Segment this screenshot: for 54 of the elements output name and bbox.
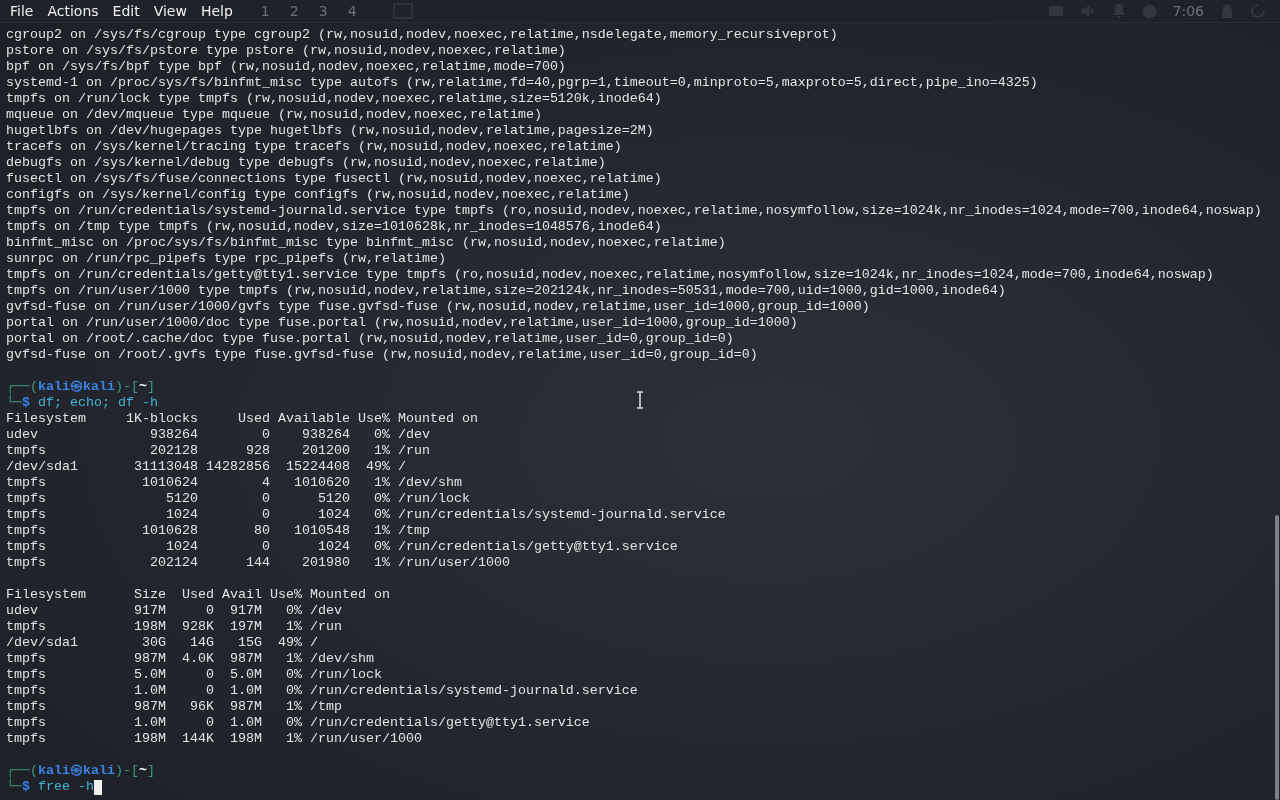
output-line: tmpfs 987M 4.0K 987M 1% /dev/shm (6, 651, 375, 667)
command-line: └─$ free -h (6, 779, 94, 795)
output-line: tmpfs on /run/credentials/getty@tty1.service type tmpfs (ro,nosuid,nodev,noexec,relatime,nosymfollow,size=1024k,nr_inodes=1024,mode=700,inode64,noswap) (6, 267, 1215, 283)
output-line: tmpfs 1010628 80 1010548 1% /tmp (6, 523, 431, 539)
output-line: debugfs on /sys/kernel/debug type debugfs (rw,nosuid,nodev,noexec,relatime) (6, 155, 607, 171)
output-line: tmpfs 5120 0 5120 0% /run/lock (6, 491, 471, 507)
output-line: binfmt_misc on /proc/sys/fs/binfmt_misc type binfmt_misc (rw,nosuid,nodev,noexec,relatime) (6, 235, 727, 251)
output-line: /dev/sda1 31113048 14282856 15224408 49% / (6, 459, 407, 475)
output-line: pstore on /sys/fs/pstore type pstore (rw,nosuid,nodev,noexec,relatime) (6, 43, 567, 59)
output-line: sunrpc on /run/rpc_pipefs type rpc_pipefs (rw,relatime) (6, 251, 447, 267)
output-line: tmpfs 202124 144 201980 1% /run/user/1000 (6, 555, 511, 571)
prompt-line: ┌──(kali㉿kali)-[~] (6, 763, 156, 779)
output-line: udev 917M 0 917M 0% /dev (6, 603, 343, 619)
output-line: mqueue on /dev/mqueue type mqueue (rw,nosuid,nodev,noexec,relatime) (6, 107, 543, 123)
output-line: configfs on /sys/kernel/config type configfs (rw,nosuid,nodev,noexec,relatime) (6, 187, 631, 203)
output-line: tmpfs 198M 928K 197M 1% /run (6, 619, 343, 635)
output-line: tmpfs 1024 0 1024 0% /run/credentials/getty@tty1.service (6, 539, 679, 555)
prompt-line: ┌──(kali㉿kali)-[~] (6, 379, 156, 395)
output-line: tmpfs 1024 0 1024 0% /run/credentials/systemd-journald.service (6, 507, 727, 523)
output-line: bpf on /sys/fs/bpf type bpf (rw,nosuid,nodev,noexec,relatime,mode=700) (6, 59, 567, 75)
output-line: udev 938264 0 938264 0% /dev (6, 427, 431, 443)
menu-item[interactable]: File (10, 1, 34, 21)
output-line: Filesystem 1K-blocks Used Available Use% Mounted on (6, 411, 479, 427)
output-line: tmpfs on /run/user/1000 type tmpfs (rw,nosuid,nodev,relatime,size=202124k,nr_inodes=50531,mode=700,uid=1000,gid=1000,inode64) (6, 283, 1007, 299)
output-line: tmpfs 1010624 4 1010620 1% /dev/shm (6, 475, 463, 491)
menu-item[interactable]: Edit (112, 1, 140, 21)
output-line: tmpfs 987M 96K 987M 1% /tmp (6, 699, 343, 715)
output-line: tmpfs 202128 928 201200 1% /run (6, 443, 431, 459)
menu-item[interactable]: View (153, 1, 187, 21)
mouse-pointer-icon (636, 391, 644, 409)
menu-item[interactable]: Actions (47, 1, 99, 21)
output-line: systemd-1 on /proc/sys/fs/binfmt_misc type autofs (rw,relatime,fd=40,pgrp=1,timeout=0,minproto=5,maxproto=5,direct,pipe_ino=4325) (6, 75, 1039, 91)
output-line: tmpfs on /run/lock type tmpfs (rw,nosuid,nodev,noexec,relatime,size=5120k,inode64) (6, 91, 663, 107)
menu-item[interactable]: Help (200, 1, 233, 21)
output-line: portal on /root/.cache/doc type fuse.portal (rw,nosuid,nodev,relatime,user_id=0,group_id=0) (6, 331, 735, 347)
output-line: tracefs on /sys/kernel/tracing type tracefs (rw,nosuid,nodev,noexec,relatime) (6, 139, 623, 155)
command-line: └─$ df; echo; df -h (6, 395, 158, 411)
output-line: fusectl on /sys/fs/fuse/connections type fusectl (rw,nosuid,nodev,noexec,relatime) (6, 171, 663, 187)
output-line: tmpfs 1.0M 0 1.0M 0% /run/credentials/getty@tty1.service (6, 715, 591, 731)
output-line: tmpfs 5.0M 0 5.0M 0% /run/lock (6, 667, 383, 683)
output-line: cgroup2 on /sys/fs/cgroup type cgroup2 (rw,nosuid,nodev,noexec,relatime,nsdelegate,memory_recursiveprot) (6, 27, 839, 43)
terminal-icon[interactable] (392, 3, 413, 19)
output-line: /dev/sda1 30G 14G 15G 49% / (6, 635, 319, 651)
output-line: Filesystem Size Used Avail Use% Mounted on (6, 587, 391, 603)
output-line: tmpfs on /run/credentials/systemd-journald.service type tmpfs (ro,nosuid,nodev,noexec,relatime,nosymfollow,size=1024k,nr_inodes=1024,mode=700,inode64,noswap) (6, 203, 1263, 219)
output-line: gvfsd-fuse on /root/.gvfs type fuse.gvfsd-fuse (rw,nosuid,nodev,relatime,user_id=0,group_id=0) (6, 347, 759, 363)
scrollbar[interactable] (1275, 515, 1279, 800)
output-line: tmpfs on /tmp type tmpfs (rw,nosuid,nodev,size=1010628k,nr_inodes=1048576,inode64) (6, 219, 663, 235)
clock: 7:06 (1172, 3, 1204, 19)
output-line: tmpfs 198M 144K 198M 1% /run/user/1000 (6, 731, 423, 747)
output-line: gvfsd-fuse on /run/user/1000/gvfs type fuse.gvfsd-fuse (rw,nosuid,nodev,relatime,user_id=1000,group_id=1000) (6, 299, 871, 315)
output-line: hugetlbfs on /dev/hugepages type hugetlbfs (rw,nosuid,nodev,relatime,pagesize=2M) (6, 123, 655, 139)
output-line: portal on /run/user/1000/doc type fuse.portal (rw,nosuid,nodev,relatime,user_id=1000,group_id=1000) (6, 315, 799, 331)
output-line: tmpfs 1.0M 0 1.0M 0% /run/credentials/systemd-journald.service (6, 683, 639, 699)
